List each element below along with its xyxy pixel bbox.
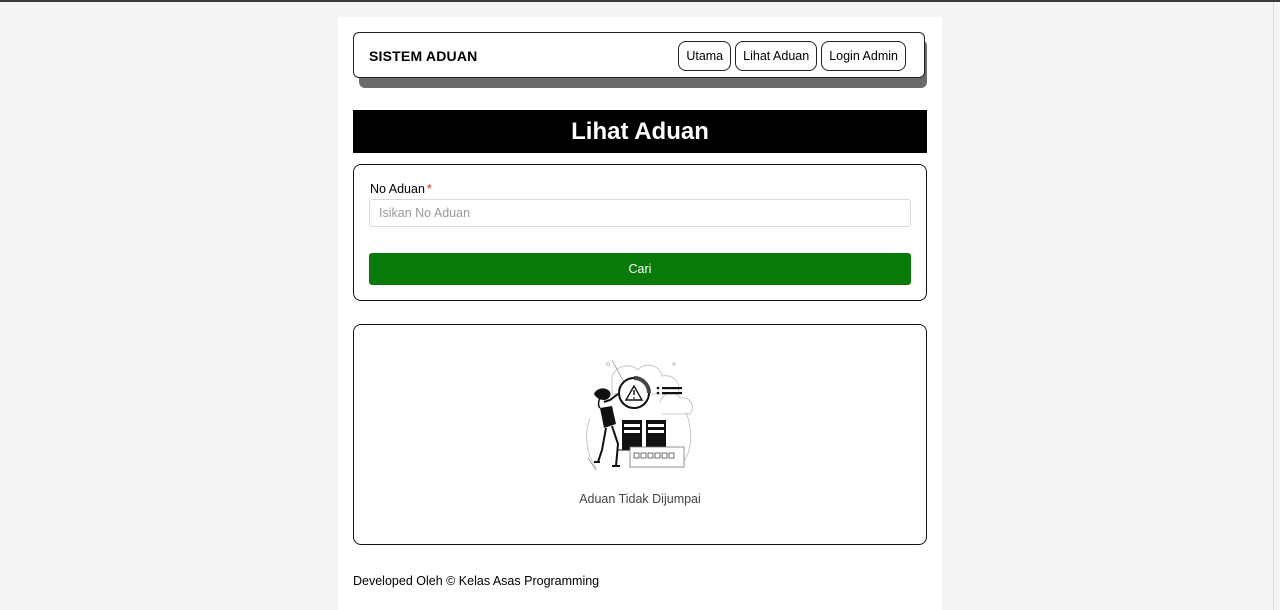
no-aduan-label: No Aduan * [370,182,432,196]
nav-utama-button[interactable]: Utama [678,41,732,71]
required-mark: * [426,182,432,196]
navbar: SISTEM ADUAN Utama Lihat Aduan Login Adm… [353,32,925,78]
nav-lihat-aduan-button[interactable]: Lihat Aduan [735,41,818,71]
cari-button[interactable]: Cari [369,253,911,285]
window-top-border [0,0,1280,2]
page-container: SISTEM ADUAN Utama Lihat Aduan Login Adm… [338,17,942,610]
brand-title: SISTEM ADUAN [369,48,478,64]
scrollbar[interactable] [1273,2,1280,610]
result-card: Aduan Tidak Dijumpai [353,324,927,545]
no-aduan-input[interactable] [369,199,911,227]
footer-credit: Developed Oleh © Kelas Asas Programming [353,574,600,588]
nav-login-admin-button[interactable]: Login Admin [821,41,906,71]
search-form-card: No Aduan* Cari [353,164,927,301]
nav-links: Utama Lihat Aduan Login Admin [678,41,906,71]
empty-result-message: Aduan Tidak Dijumpai [579,492,701,506]
navbar-wrapper: SISTEM ADUAN Utama Lihat Aduan Login Adm… [353,32,927,88]
no-aduan-label-text: No Aduan [370,182,425,196]
not-found-illustration [586,359,693,471]
page-title: Lihat Aduan [353,110,927,153]
